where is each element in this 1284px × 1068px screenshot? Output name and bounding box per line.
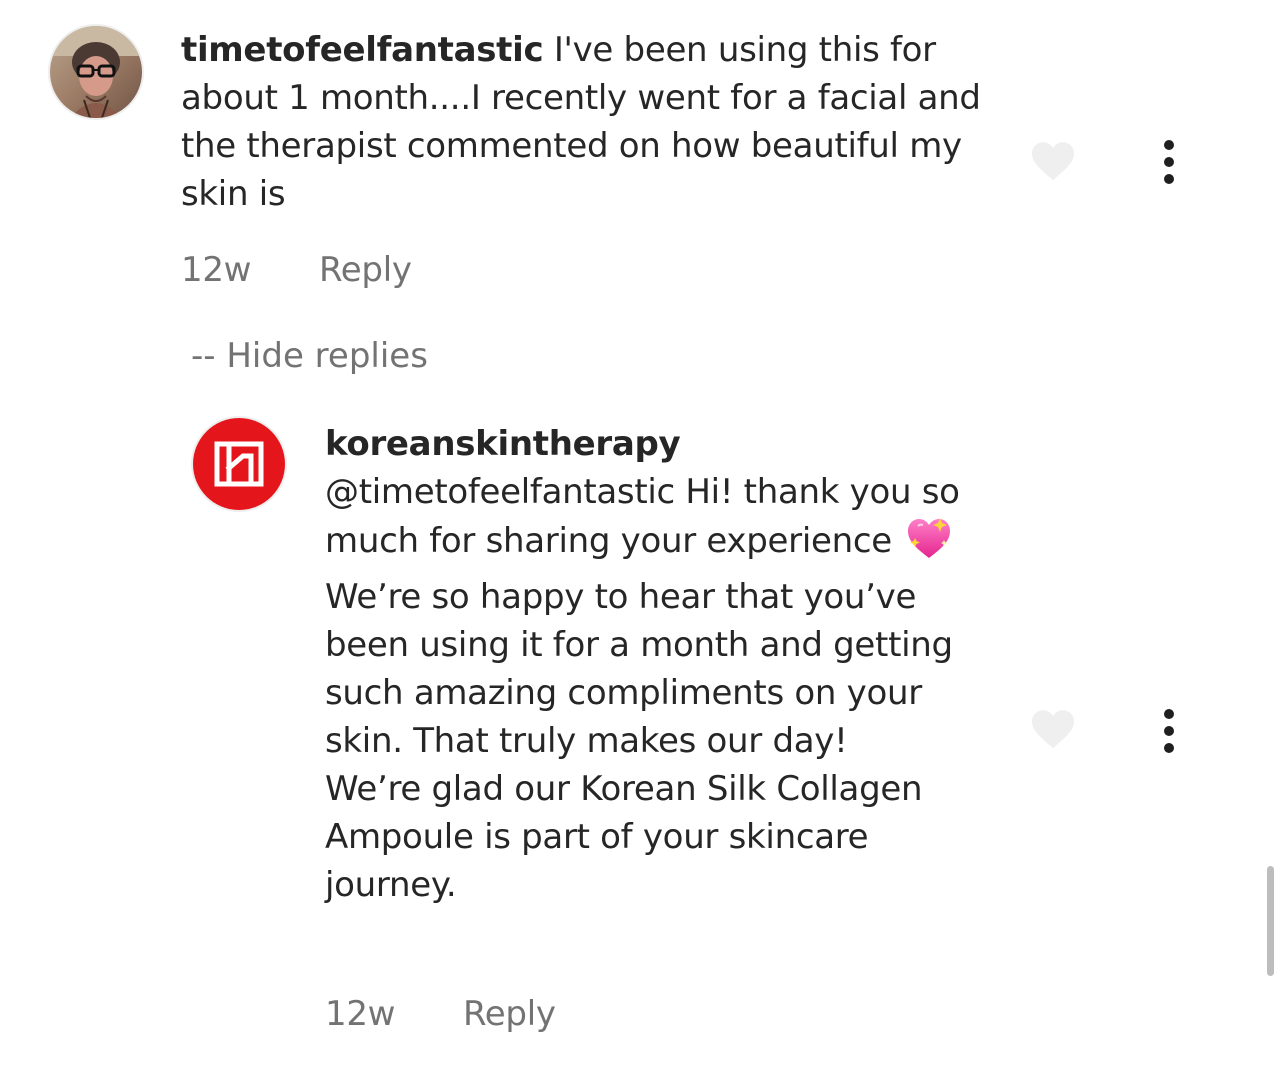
reply-timestamp: 12w xyxy=(325,994,396,1034)
reply-text: koreanskintherapy @timetofeelfantastic H… xyxy=(325,420,1005,909)
hide-replies-button[interactable]: -- Hide replies xyxy=(191,336,428,376)
vertical-ellipsis-icon[interactable] xyxy=(1157,140,1181,191)
comment-reply-button[interactable]: Reply xyxy=(319,250,412,290)
avatar-koreanskintherapy[interactable] xyxy=(193,418,285,510)
reply-content-before-emoji: @timetofeelfantastic Hi! thank you so mu… xyxy=(325,472,960,561)
reply-paragraph-2: We’re glad our Korean Silk Collagen Ampo… xyxy=(325,769,923,905)
comment-text: timetofeelfantastic I've been using this… xyxy=(181,26,1001,218)
scrollbar-thumb[interactable] xyxy=(1267,866,1274,976)
vertical-ellipsis-icon[interactable] xyxy=(1157,709,1181,760)
user-photo xyxy=(50,26,142,118)
reply-paragraph-1: @timetofeelfantastic Hi! thank you so mu… xyxy=(325,468,1005,765)
comment-username[interactable]: timetofeelfantastic xyxy=(181,30,544,70)
avatar-timetofeelfantastic[interactable] xyxy=(50,26,142,118)
reply-username[interactable]: koreanskintherapy xyxy=(325,420,1005,468)
heart-outline-icon[interactable] xyxy=(1030,708,1076,754)
comment-timestamp: 12w xyxy=(181,250,252,290)
reply-reply-button[interactable]: Reply xyxy=(463,994,556,1034)
sparkling-heart-icon xyxy=(906,516,952,573)
heart-outline-icon[interactable] xyxy=(1030,140,1076,186)
brand-logo-icon xyxy=(193,418,285,510)
reply-content-after-emoji: We’re so happy to hear that you’ve been … xyxy=(325,577,953,761)
